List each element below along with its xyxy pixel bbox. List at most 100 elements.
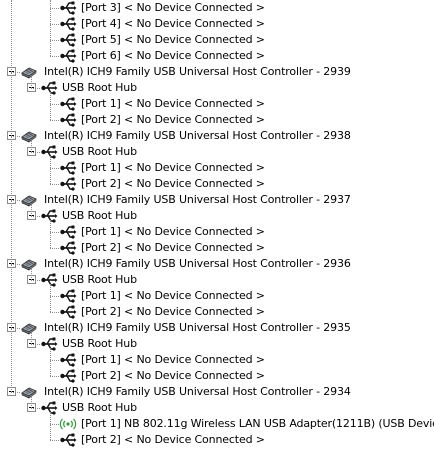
port-number: [Port 1] [81,161,121,174]
port-status: < No Device Connected > [124,113,265,126]
usb-controller-icon [20,256,38,272]
port-node[interactable]: [Port 1] < No Device Connected > [0,352,434,368]
tree-connector-line [50,412,51,440]
tree-connector-line [50,56,59,57]
tree-connector-line [31,344,40,345]
port-node[interactable]: [Port 1] < No Device Connected > [0,96,434,112]
port-number: [Port 1] [81,417,121,430]
port-node[interactable]: [Port 1] < No Device Connected > [0,224,434,240]
usb-port-icon [59,16,77,32]
port-node[interactable]: [Port 2] < No Device Connected > [0,432,434,448]
root-hub-node[interactable]: USB Root Hub [0,80,434,96]
port-status: < No Device Connected > [124,1,265,14]
node-label: USB Root Hub [62,145,137,158]
usb-port-icon [59,304,77,320]
tree-connector-line [11,72,20,73]
node-label: Intel(R) ICH9 Family USB Universal Host … [44,257,351,270]
port-status: < No Device Connected > [124,33,265,46]
controller-node[interactable]: Intel(R) ICH9 Family USB Universal Host … [0,192,434,208]
tree-connector-line [50,312,59,313]
controller-node[interactable]: Intel(R) ICH9 Family USB Universal Host … [0,64,434,80]
port-number: [Port 2] [81,369,121,382]
port-node[interactable]: [Port 6] < No Device Connected > [0,48,434,64]
node-label: [Port 2] < No Device Connected > [81,433,265,447]
port-node[interactable]: [Port 1] < No Device Connected > [0,160,434,176]
tree-connector-line [50,24,59,25]
tree-connector-line [50,184,59,185]
tree-connector-line [31,268,32,280]
node-label: [Port 1] < No Device Connected > [81,161,265,175]
port-status: < No Device Connected > [124,241,265,254]
node-label: USB Root Hub [62,337,137,350]
tree-connector-line [31,216,40,217]
tree-connector-line [11,328,20,329]
port-status: < No Device Connected > [124,161,265,174]
tree-connector-line [50,92,51,120]
port-node[interactable]: [Port 5] < No Device Connected > [0,32,434,48]
tree-connector-line [50,284,51,312]
controller-node[interactable]: Intel(R) ICH9 Family USB Universal Host … [0,320,434,336]
controller-node[interactable]: Intel(R) ICH9 Family USB Universal Host … [0,384,434,400]
node-label: [Port 6] < No Device Connected > [81,49,265,63]
tree-connector-line [11,264,20,265]
node-label: [Port 1] < No Device Connected > [81,289,265,303]
tree-connector-line [31,280,40,281]
tree-connector-line [11,0,12,392]
tree-connector-line [11,136,20,137]
usb-port-icon [59,112,77,128]
tree-connector-line [31,332,32,344]
node-label: USB Root Hub [62,273,137,286]
root-hub-node[interactable]: USB Root Hub [0,336,434,352]
tree-connector-line [50,156,51,184]
tree-connector-line [50,232,59,233]
port-node[interactable]: [Port 1] < No Device Connected > [0,288,434,304]
node-label: [Port 1] NB 802.11g Wireless LAN USB Ada… [81,417,434,431]
root-hub-node[interactable]: USB Root Hub [0,208,434,224]
tree-connector-line [31,152,40,153]
port-number: [Port 3] [81,1,121,14]
usb-device-tree: [Port 3] < No Device Connected > [Port 4]… [0,0,434,457]
tree-connector-line [31,204,32,216]
usb-port-icon [59,352,77,368]
port-node[interactable]: [Port 2] < No Device Connected > [0,304,434,320]
port-status: < No Device Connected > [124,17,265,30]
usb-controller-icon [20,384,38,400]
node-label: Intel(R) ICH9 Family USB Universal Host … [44,129,351,142]
node-label: [Port 1] < No Device Connected > [81,97,265,111]
usb-port-icon [59,96,77,112]
port-node[interactable]: [Port 2] < No Device Connected > [0,240,434,256]
tree-connector-line [31,76,32,88]
port-node[interactable]: [Port 2] < No Device Connected > [0,176,434,192]
node-label: Intel(R) ICH9 Family USB Universal Host … [44,321,351,334]
port-number: [Port 2] [81,305,121,318]
device-node[interactable]: [Port 1] NB 802.11g Wireless LAN USB Ada… [0,416,434,432]
usb-port-icon [59,224,77,240]
port-number: [Port 1] [81,97,121,110]
port-status: < No Device Connected > [124,369,265,382]
port-status: < No Device Connected > [124,305,265,318]
tree-connector-line [50,0,51,56]
port-status: NB 802.11g Wireless LAN USB Adapter(1211… [124,417,434,430]
usb-port-icon [59,0,77,16]
node-label: USB Root Hub [62,209,137,222]
port-number: [Port 1] [81,289,121,302]
port-node[interactable]: [Port 2] < No Device Connected > [0,112,434,128]
controller-node[interactable]: Intel(R) ICH9 Family USB Universal Host … [0,256,434,272]
port-status: < No Device Connected > [124,433,265,446]
port-node[interactable]: [Port 3] < No Device Connected > [0,0,434,16]
port-node[interactable]: [Port 2] < No Device Connected > [0,368,434,384]
usb-port-icon [59,288,77,304]
port-status: < No Device Connected > [124,97,265,110]
usb-hub-icon [40,400,58,416]
node-label: [Port 5] < No Device Connected > [81,33,265,47]
root-hub-node[interactable]: USB Root Hub [0,272,434,288]
port-node[interactable]: [Port 4] < No Device Connected > [0,16,434,32]
root-hub-node[interactable]: USB Root Hub [0,144,434,160]
tree-connector-line [50,104,59,105]
root-hub-node[interactable]: USB Root Hub [0,400,434,416]
tree-connector-line [50,376,59,377]
controller-node[interactable]: Intel(R) ICH9 Family USB Universal Host … [0,128,434,144]
tree-connector-line [50,8,59,9]
usb-port-icon [59,432,77,448]
usb-controller-icon [20,128,38,144]
